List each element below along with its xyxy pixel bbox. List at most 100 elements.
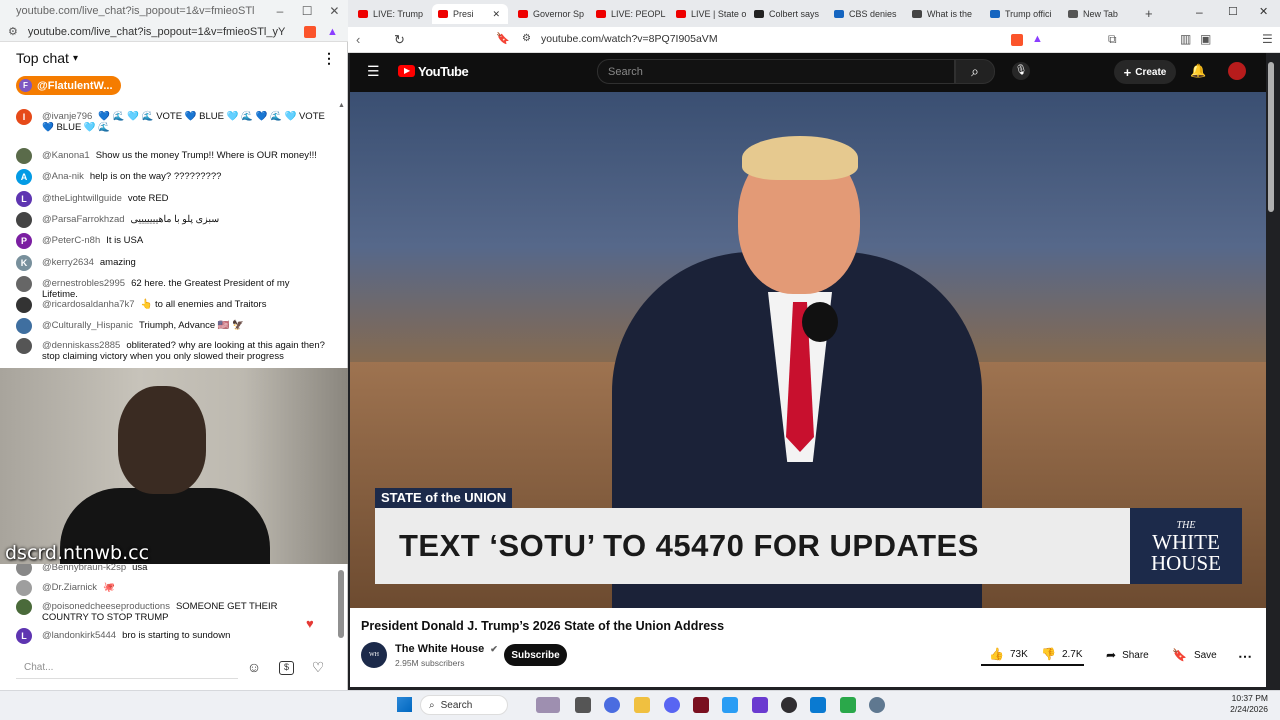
close-icon[interactable]: ✕: [1259, 5, 1268, 18]
browser-tab[interactable]: CBS denies: [828, 4, 904, 24]
pinned-message-chip[interactable]: F @FlatulentW...: [16, 76, 121, 95]
page-scrollbar-thumb[interactable]: [1268, 62, 1274, 212]
browser-tab[interactable]: Presi ✕: [432, 4, 508, 24]
heart-icon[interactable]: ♡: [308, 659, 328, 677]
avatar[interactable]: [16, 580, 32, 596]
widgets-icon[interactable]: [536, 697, 560, 713]
media-app-icon[interactable]: [693, 697, 709, 713]
chat-author[interactable]: @ParsaFarrokhzad: [42, 214, 125, 225]
notifications-bell-icon[interactable]: 🔔: [1190, 63, 1206, 79]
chat-author[interactable]: @PeterC-n8h: [42, 235, 100, 246]
maximize-icon[interactable]: ☐: [1228, 5, 1238, 18]
maximize-icon[interactable]: ☐: [294, 4, 321, 18]
channel-name[interactable]: The White House ✔: [395, 643, 498, 655]
close-icon[interactable]: ✕: [321, 4, 348, 18]
sidebar-icon[interactable]: ▥: [1180, 32, 1191, 46]
site-info-icon[interactable]: ⚙: [522, 33, 531, 44]
browser-tab[interactable]: Trump offici: [984, 4, 1060, 24]
notepad-icon[interactable]: [722, 697, 738, 713]
chat-author[interactable]: @Kanona1: [42, 150, 90, 161]
chat-input[interactable]: Chat...: [16, 657, 238, 679]
obs-icon[interactable]: [781, 697, 797, 713]
file-explorer-icon[interactable]: [634, 697, 650, 713]
browser-tab[interactable]: What is the: [906, 4, 982, 24]
like-button[interactable]: 👍 73K: [981, 647, 1035, 661]
settings-gear-icon[interactable]: [869, 697, 885, 713]
chat-author[interactable]: @landonkirk5444: [42, 630, 116, 641]
brave-shield-icon[interactable]: [1011, 34, 1023, 46]
more-actions-icon[interactable]: ⋯: [1238, 648, 1252, 665]
avatar[interactable]: [16, 212, 32, 228]
channel-avatar[interactable]: WH: [361, 642, 387, 668]
avatar[interactable]: [1228, 62, 1246, 80]
chat-author[interactable]: @ricardosaldanha7k7: [42, 299, 135, 310]
browser-tab[interactable]: Colbert says: [748, 4, 824, 24]
address-bar-url[interactable]: youtube.com/watch?v=8PQ7I905aVM: [541, 33, 718, 45]
extensions-icon[interactable]: ⧉: [1108, 32, 1117, 47]
browser-tab[interactable]: LIVE: PEOPLE: [590, 4, 666, 24]
hamburger-menu-icon[interactable]: ☰: [367, 63, 380, 80]
brave-browser-icon[interactable]: [752, 697, 768, 713]
firefox-icon[interactable]: [604, 697, 620, 713]
brave-rewards-icon[interactable]: ▲: [1032, 33, 1043, 45]
avatar[interactable]: K: [16, 255, 32, 271]
video-player[interactable]: STATE of the UNION TEXT ‘SOTU’ TO 45470 …: [350, 92, 1266, 608]
avatar[interactable]: A: [16, 169, 32, 185]
browser-tab[interactable]: New Tab: [1062, 4, 1138, 24]
site-info-icon[interactable]: ⚙: [8, 25, 18, 38]
chat-author[interactable]: @theLightwillguide: [42, 193, 122, 204]
share-button[interactable]: ➦ Share: [1100, 644, 1158, 666]
brave-rewards-icon[interactable]: ▲: [327, 26, 338, 38]
chat-window-titlebar[interactable]: youtube.com/live_chat?is_popout=1&v=fmie…: [0, 0, 348, 22]
chat-author[interactable]: @Ana-nik: [42, 171, 84, 182]
close-tab-icon[interactable]: ✕: [492, 9, 500, 20]
chat-author[interactable]: @poisonedcheeseproductions: [42, 601, 170, 612]
chat-author[interactable]: @Dr.Ziarnick: [42, 582, 97, 593]
brave-shield-icon[interactable]: [304, 25, 316, 38]
avatar[interactable]: [16, 297, 32, 313]
chat-author[interactable]: @Culturally_Hispanic: [42, 320, 133, 331]
discord-icon[interactable]: [664, 697, 680, 713]
vscode-icon[interactable]: [810, 697, 826, 713]
scroll-up-icon[interactable]: ▲: [338, 102, 345, 109]
avatar[interactable]: [16, 318, 32, 334]
more-options-icon[interactable]: ⋮: [322, 50, 336, 67]
youtube-logo-icon[interactable]: ▶: [398, 65, 415, 77]
microphone-icon[interactable]: 🎙: [1012, 62, 1030, 80]
search-input[interactable]: Search: [597, 59, 955, 84]
spreadsheet-icon[interactable]: [840, 697, 856, 713]
chat-scrollbar-thumb[interactable]: [338, 570, 344, 638]
back-icon[interactable]: ‹: [356, 32, 360, 47]
avatar[interactable]: [16, 276, 32, 292]
chat-author[interactable]: @kerry2634: [42, 257, 94, 268]
dislike-button[interactable]: 👎 2.7K: [1035, 647, 1083, 661]
create-button[interactable]: + Create: [1114, 60, 1176, 84]
avatar[interactable]: [16, 599, 32, 615]
reload-icon[interactable]: ↻: [394, 32, 405, 48]
search-button[interactable]: ⌕: [955, 59, 995, 84]
avatar[interactable]: [16, 148, 32, 164]
avatar[interactable]: L: [16, 191, 32, 207]
minimize-icon[interactable]: –: [266, 4, 293, 18]
menu-icon[interactable]: ☰: [1262, 32, 1273, 46]
browser-tab[interactable]: LIVE | State o: [670, 4, 746, 24]
avatar[interactable]: L: [16, 628, 32, 644]
browser-tab[interactable]: LIVE: Trump: [352, 4, 428, 24]
subscribe-button[interactable]: Subscribe: [504, 644, 567, 666]
chat-address-bar[interactable]: ⚙ youtube.com/live_chat?is_popout=1&v=fm…: [0, 22, 348, 42]
chat-author[interactable]: @ernestrobles2995: [42, 278, 125, 289]
taskbar-search[interactable]: ⌕ Search: [420, 695, 508, 715]
emoji-icon[interactable]: ☺: [244, 659, 264, 677]
top-chat-selector[interactable]: Top chat ▾: [16, 50, 78, 66]
system-clock[interactable]: 10:37 PM 2/24/2026: [1220, 693, 1268, 715]
save-button[interactable]: 🔖 Save: [1166, 644, 1218, 666]
wallet-icon[interactable]: ▣: [1200, 32, 1211, 46]
chat-author[interactable]: @denniskass2885: [42, 340, 120, 351]
avatar[interactable]: I: [16, 109, 32, 125]
youtube-logo-text[interactable]: YouTube: [418, 64, 469, 79]
new-tab-icon[interactable]: +: [1145, 6, 1153, 21]
avatar[interactable]: [16, 338, 32, 354]
avatar[interactable]: P: [16, 233, 32, 249]
task-view-icon[interactable]: [575, 697, 591, 713]
minimize-icon[interactable]: –: [1196, 5, 1203, 19]
